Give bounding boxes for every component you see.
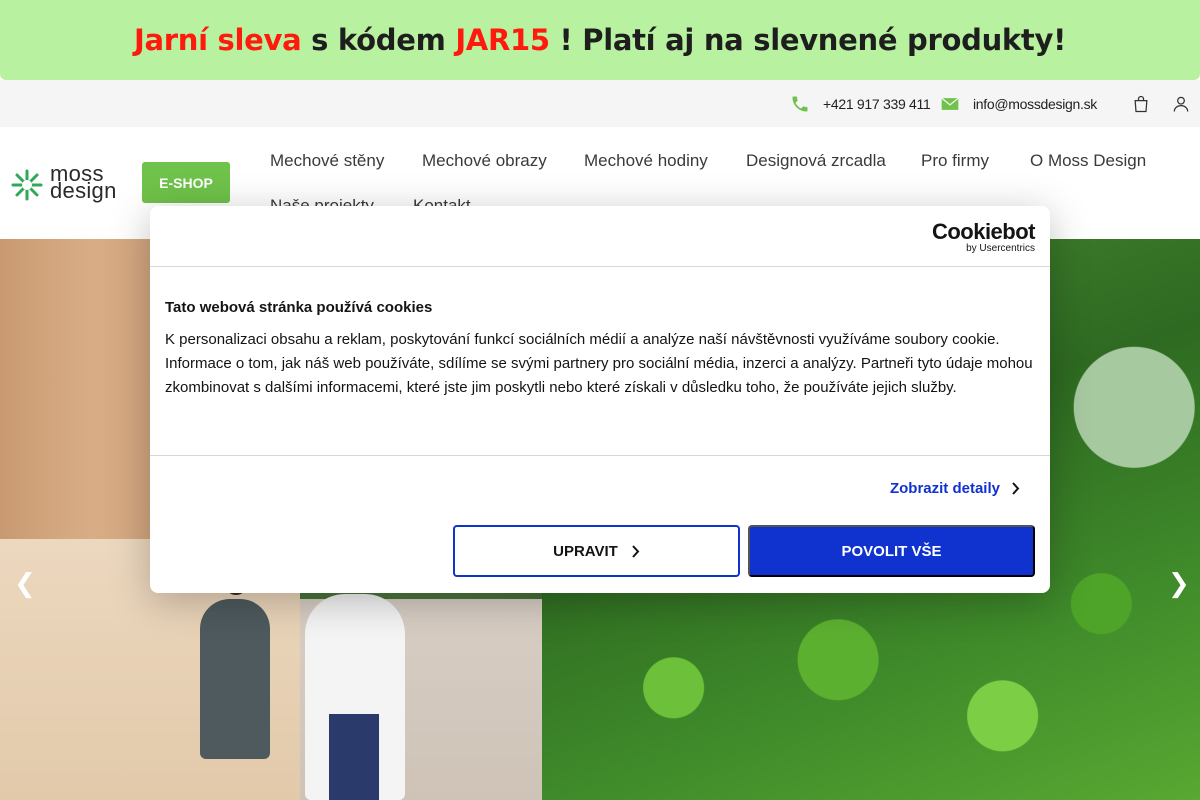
cookie-title: Tato webová stránka používá cookies (165, 299, 433, 316)
hero-image-person (200, 561, 270, 759)
site-logo[interactable]: moss design (10, 163, 130, 205)
show-details-link[interactable]: Zobrazit detaily (890, 480, 1020, 497)
divider (150, 266, 1050, 267)
promo-text: s kódem (301, 23, 456, 57)
cookiebot-brand: Cookiebot (931, 219, 1036, 244)
promo-code: JAR15 (455, 23, 550, 57)
eshop-button[interactable]: E-SHOP (142, 162, 230, 203)
phone-icon (792, 96, 808, 112)
nav-item-moss-clocks[interactable]: Mechové hodiny (584, 151, 708, 171)
nav-item-about[interactable]: O Moss Design (1030, 151, 1146, 171)
contact-bar: +421 917 339 411 info@mossdesign.sk (0, 80, 1200, 127)
cookiebot-brand-sub: by Usercentrics (966, 243, 1035, 254)
hero-image-person (305, 550, 405, 800)
cookie-description: K personalizaci obsahu a reklam, poskyto… (165, 331, 1033, 396)
cookie-consent-dialog: Cookiebot by Usercentrics Tato webová st… (150, 206, 1050, 593)
moss-logo-icon (11, 169, 43, 201)
user-icon[interactable] (1171, 94, 1191, 114)
customize-label: UPRAVIT (553, 542, 618, 560)
promo-highlight: Jarní sleva (133, 23, 302, 57)
envelope-icon (941, 97, 959, 110)
chevron-right-icon (632, 544, 640, 558)
nav-item-moss-pictures[interactable]: Mechové obrazy (422, 151, 547, 171)
logo-text-line2: design (50, 178, 117, 203)
nav-item-moss-walls[interactable]: Mechové stěny (270, 151, 384, 171)
customize-button[interactable]: UPRAVIT (453, 525, 740, 577)
chevron-left-icon[interactable]: ❮ (14, 569, 36, 599)
phone-link[interactable]: +421 917 339 411 (823, 80, 931, 127)
allow-all-button[interactable]: POVOLIT VŠE (748, 525, 1035, 577)
chevron-right-icon[interactable]: ❯ (1168, 569, 1190, 599)
email-link[interactable]: info@mossdesign.sk (973, 80, 1097, 127)
promo-banner: Jarní sleva s kódem JAR15 ! Platí aj na … (0, 0, 1200, 80)
chevron-right-icon (1012, 482, 1020, 495)
shopping-bag-icon[interactable] (1131, 94, 1151, 114)
show-details-label: Zobrazit detaily (889, 480, 1000, 497)
divider (150, 455, 1050, 456)
cookiebot-logo: Cookiebot by Usercentrics (931, 219, 1036, 255)
nav-item-for-companies[interactable]: Pro firmy (921, 151, 989, 171)
promo-text-end: ! Platí aj na slevnené produkty! (549, 23, 1067, 57)
nav-item-design-mirrors[interactable]: Designová zrcadla (746, 151, 886, 171)
